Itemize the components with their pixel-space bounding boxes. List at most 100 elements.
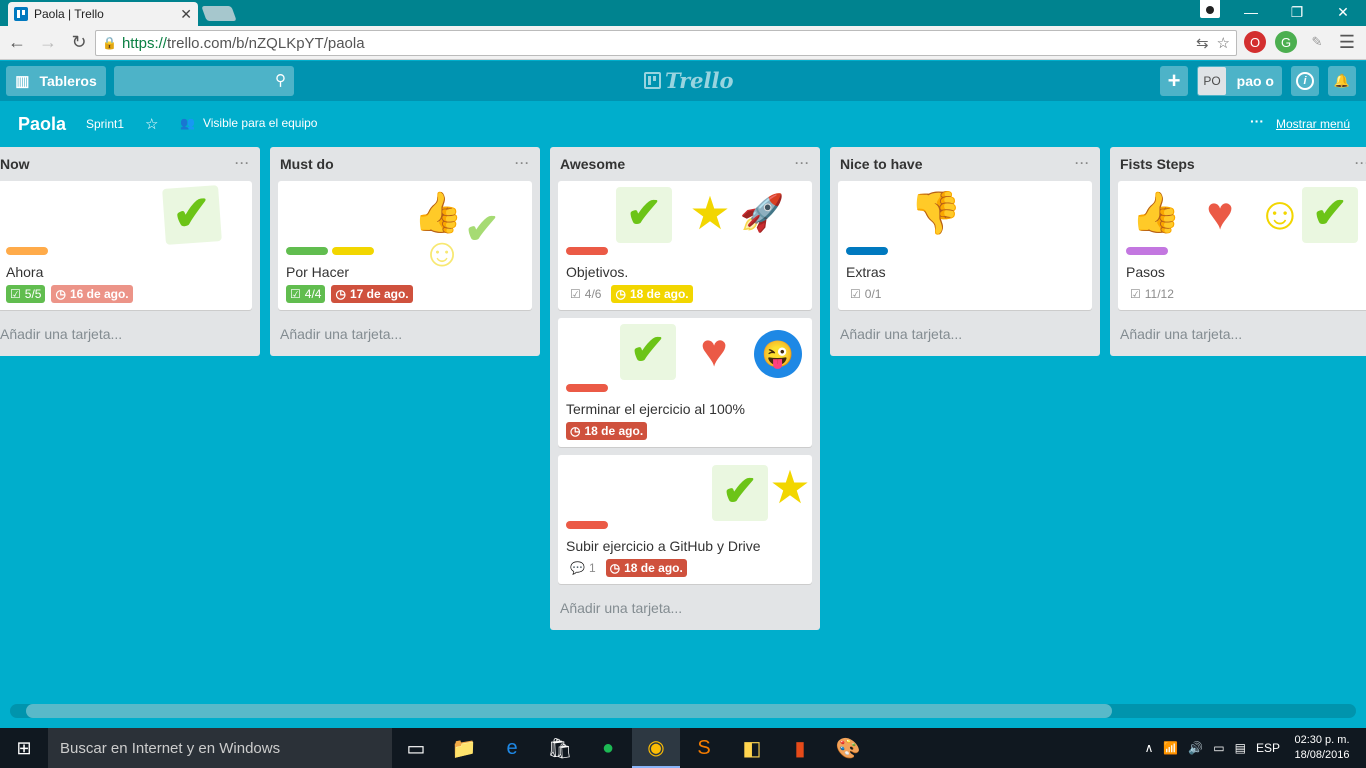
avatar[interactable]: PO — [1198, 67, 1226, 95]
back-arrow-icon[interactable]: ← — [3, 29, 31, 57]
card-title: Extras — [846, 264, 886, 280]
card-ahora[interactable]: ✔ Ahora ☑ 5/5 ◷ 16 de ago. — [0, 181, 252, 310]
task-view-icon[interactable]: ▭ — [392, 728, 440, 768]
list-menu-icon[interactable]: ··· — [235, 156, 250, 172]
notifications-button[interactable]: 🔔 — [1328, 66, 1356, 96]
new-tab-button[interactable] — [201, 6, 237, 21]
close-window-button[interactable]: ✕ — [1320, 0, 1366, 24]
due-date-badge[interactable]: ◷ 18 de ago. — [566, 422, 648, 440]
browser-tab[interactable]: Paola | Trello ✕ — [8, 2, 198, 26]
due-date-badge[interactable]: ◷ 16 de ago. — [51, 285, 133, 303]
add-card-link[interactable]: Añadir una tarjeta... — [270, 318, 540, 356]
store-icon[interactable]: 🛍 — [536, 728, 584, 768]
card-objetivos[interactable]: ✔ ★ 🚀 Objetivos. ☑ 4/6 ◷ 18 de ago. — [558, 181, 812, 310]
wifi-icon[interactable]: 📶 — [1163, 741, 1178, 755]
show-menu-link[interactable]: Mostrar menú — [1276, 117, 1350, 131]
list-title[interactable]: Fists Steps — [1120, 156, 1195, 172]
scrollbar-thumb[interactable] — [26, 704, 1112, 718]
card-title: Pasos — [1126, 264, 1165, 280]
due-date-badge[interactable]: ◷ 17 de ago. — [331, 285, 413, 303]
list-title[interactable]: Nice to have — [840, 156, 922, 172]
edge-browser-icon[interactable]: e — [488, 728, 536, 768]
board-title[interactable]: Paola — [18, 114, 66, 135]
list-awesome: Awesome ··· ✔ ★ 🚀 Objetivos. ☑ 4/6 ◷ 18 de… — [550, 147, 820, 630]
sublime-text-icon[interactable]: S — [680, 728, 728, 768]
restore-button[interactable]: ❐ — [1274, 0, 1320, 24]
purple-label[interactable] — [1126, 247, 1168, 255]
url-scheme: https:// — [121, 34, 167, 52]
forward-arrow-icon[interactable]: → — [34, 29, 62, 57]
windows-start-icon[interactable]: ⊞ — [0, 728, 48, 768]
board-scrollbar[interactable] — [10, 704, 1356, 718]
card-por-hacer[interactable]: 👍 ✔ ☺ Por Hacer ☑ 4/4 ◷ 17 de ago. — [278, 181, 532, 310]
add-card-link[interactable]: Añadir una tarjeta... — [830, 318, 1100, 356]
orange-label[interactable] — [6, 247, 48, 255]
volume-icon[interactable]: 🔊 — [1188, 741, 1203, 755]
checklist-icon: ☑ — [850, 287, 861, 301]
clock-icon: ◷ — [55, 287, 66, 301]
chevron-up-icon[interactable]: ∧ — [1145, 741, 1154, 755]
profile-icon[interactable] — [1200, 0, 1220, 18]
reload-icon[interactable]: ↻ — [65, 29, 93, 57]
language-indicator[interactable]: ESP — [1256, 741, 1280, 755]
tab-close-icon[interactable]: ✕ — [180, 6, 192, 23]
visibility-button[interactable]: 👥 Visible para el equipo — [180, 116, 317, 130]
check-sticker-icon: ✔ — [162, 185, 222, 245]
clock-icon: ◷ — [335, 287, 346, 301]
list-menu-icon[interactable]: ··· — [1355, 156, 1366, 172]
red-label[interactable] — [566, 521, 608, 529]
translate-icon[interactable]: ⇆ — [1196, 34, 1209, 52]
blue-label[interactable] — [846, 247, 888, 255]
clock[interactable]: 02:30 p. m. 18/08/2016 — [1290, 733, 1354, 763]
grammarly-extension-icon[interactable]: G — [1275, 31, 1297, 53]
card-subir-ejercicio[interactable]: ✔ ★ Subir ejercicio a GitHub y Drive 💬 1 … — [558, 455, 812, 584]
red-label[interactable] — [566, 384, 608, 392]
chrome-menu-icon[interactable]: ☰ — [1336, 31, 1358, 53]
star-icon[interactable]: ☆ — [145, 115, 158, 133]
thumbs-up-sticker-icon: 👍 — [1131, 191, 1181, 235]
action-center-icon[interactable]: ▤ — [1235, 741, 1246, 755]
check-sticker-icon: ✔ — [712, 465, 768, 521]
heart-sticker-icon: ♥ — [700, 324, 728, 376]
list-title[interactable]: Awesome — [560, 156, 625, 172]
red-label[interactable] — [566, 247, 608, 255]
list-menu-icon[interactable]: ··· — [795, 156, 810, 172]
office-app-icon[interactable]: ▮ — [776, 728, 824, 768]
taskbar-search-input[interactable]: Buscar en Internet y en Windows — [48, 728, 392, 768]
due-date-badge[interactable]: ◷ 18 de ago. — [605, 559, 687, 577]
checklist-icon: ☑ — [10, 287, 21, 301]
paint-app-icon[interactable]: 🎨 — [824, 728, 872, 768]
card-terminar-ejercicio[interactable]: ✔ ♥ 😜 Terminar el ejercicio al 100% ◷ 18 … — [558, 318, 812, 447]
list-title[interactable]: Must do — [280, 156, 334, 172]
chrome-icon[interactable]: ◉ — [632, 728, 680, 768]
boards-button[interactable]: ▥ Tableros — [6, 66, 106, 96]
list-menu-icon[interactable]: ··· — [515, 156, 530, 172]
add-card-link[interactable]: Añadir una tarjeta... — [550, 592, 820, 630]
smile-sticker-icon: ☺ — [421, 231, 463, 275]
list-title[interactable]: Now — [0, 156, 30, 172]
clock-icon: ◷ — [570, 424, 581, 438]
add-card-link[interactable]: Añadir una tarjeta... — [1110, 318, 1366, 356]
add-card-link[interactable]: Añadir una tarjeta... — [0, 318, 260, 356]
tools-extension-icon[interactable]: ✎ — [1306, 31, 1328, 53]
info-button[interactable]: i — [1291, 66, 1319, 96]
battery-icon[interactable]: ▭ — [1213, 741, 1224, 755]
address-bar[interactable]: 🔒 https:// trello.com/b/nZQLKpYT/paola ⇆… — [95, 30, 1237, 56]
due-date-badge[interactable]: ◷ 18 de ago. — [611, 285, 693, 303]
minimize-button[interactable]: — — [1228, 0, 1274, 24]
opera-extension-icon[interactable]: O — [1244, 31, 1266, 53]
trello-logo[interactable]: Trello — [644, 68, 734, 93]
card-pasos[interactable]: 👍 ♥ ☺ ✔ Pasos ☑ 11/12 — [1118, 181, 1366, 310]
spotify-icon[interactable]: ● — [584, 728, 632, 768]
list-menu-icon[interactable]: ··· — [1075, 156, 1090, 172]
file-explorer-icon[interactable]: 📁 — [440, 728, 488, 768]
yellow-label[interactable] — [332, 247, 374, 255]
add-button[interactable]: + — [1160, 66, 1188, 96]
card-extras[interactable]: 👎 Extras ☑ 0/1 — [838, 181, 1092, 310]
bookmark-star-icon[interactable]: ☆ — [1217, 34, 1230, 52]
green-label[interactable] — [286, 247, 328, 255]
menu-dots-icon[interactable]: ··· — [1250, 113, 1264, 129]
folder-app-icon[interactable]: ◧ — [728, 728, 776, 768]
team-sprint-link[interactable]: Sprint1 — [86, 117, 124, 131]
search-input[interactable]: ⚲ — [114, 66, 294, 96]
